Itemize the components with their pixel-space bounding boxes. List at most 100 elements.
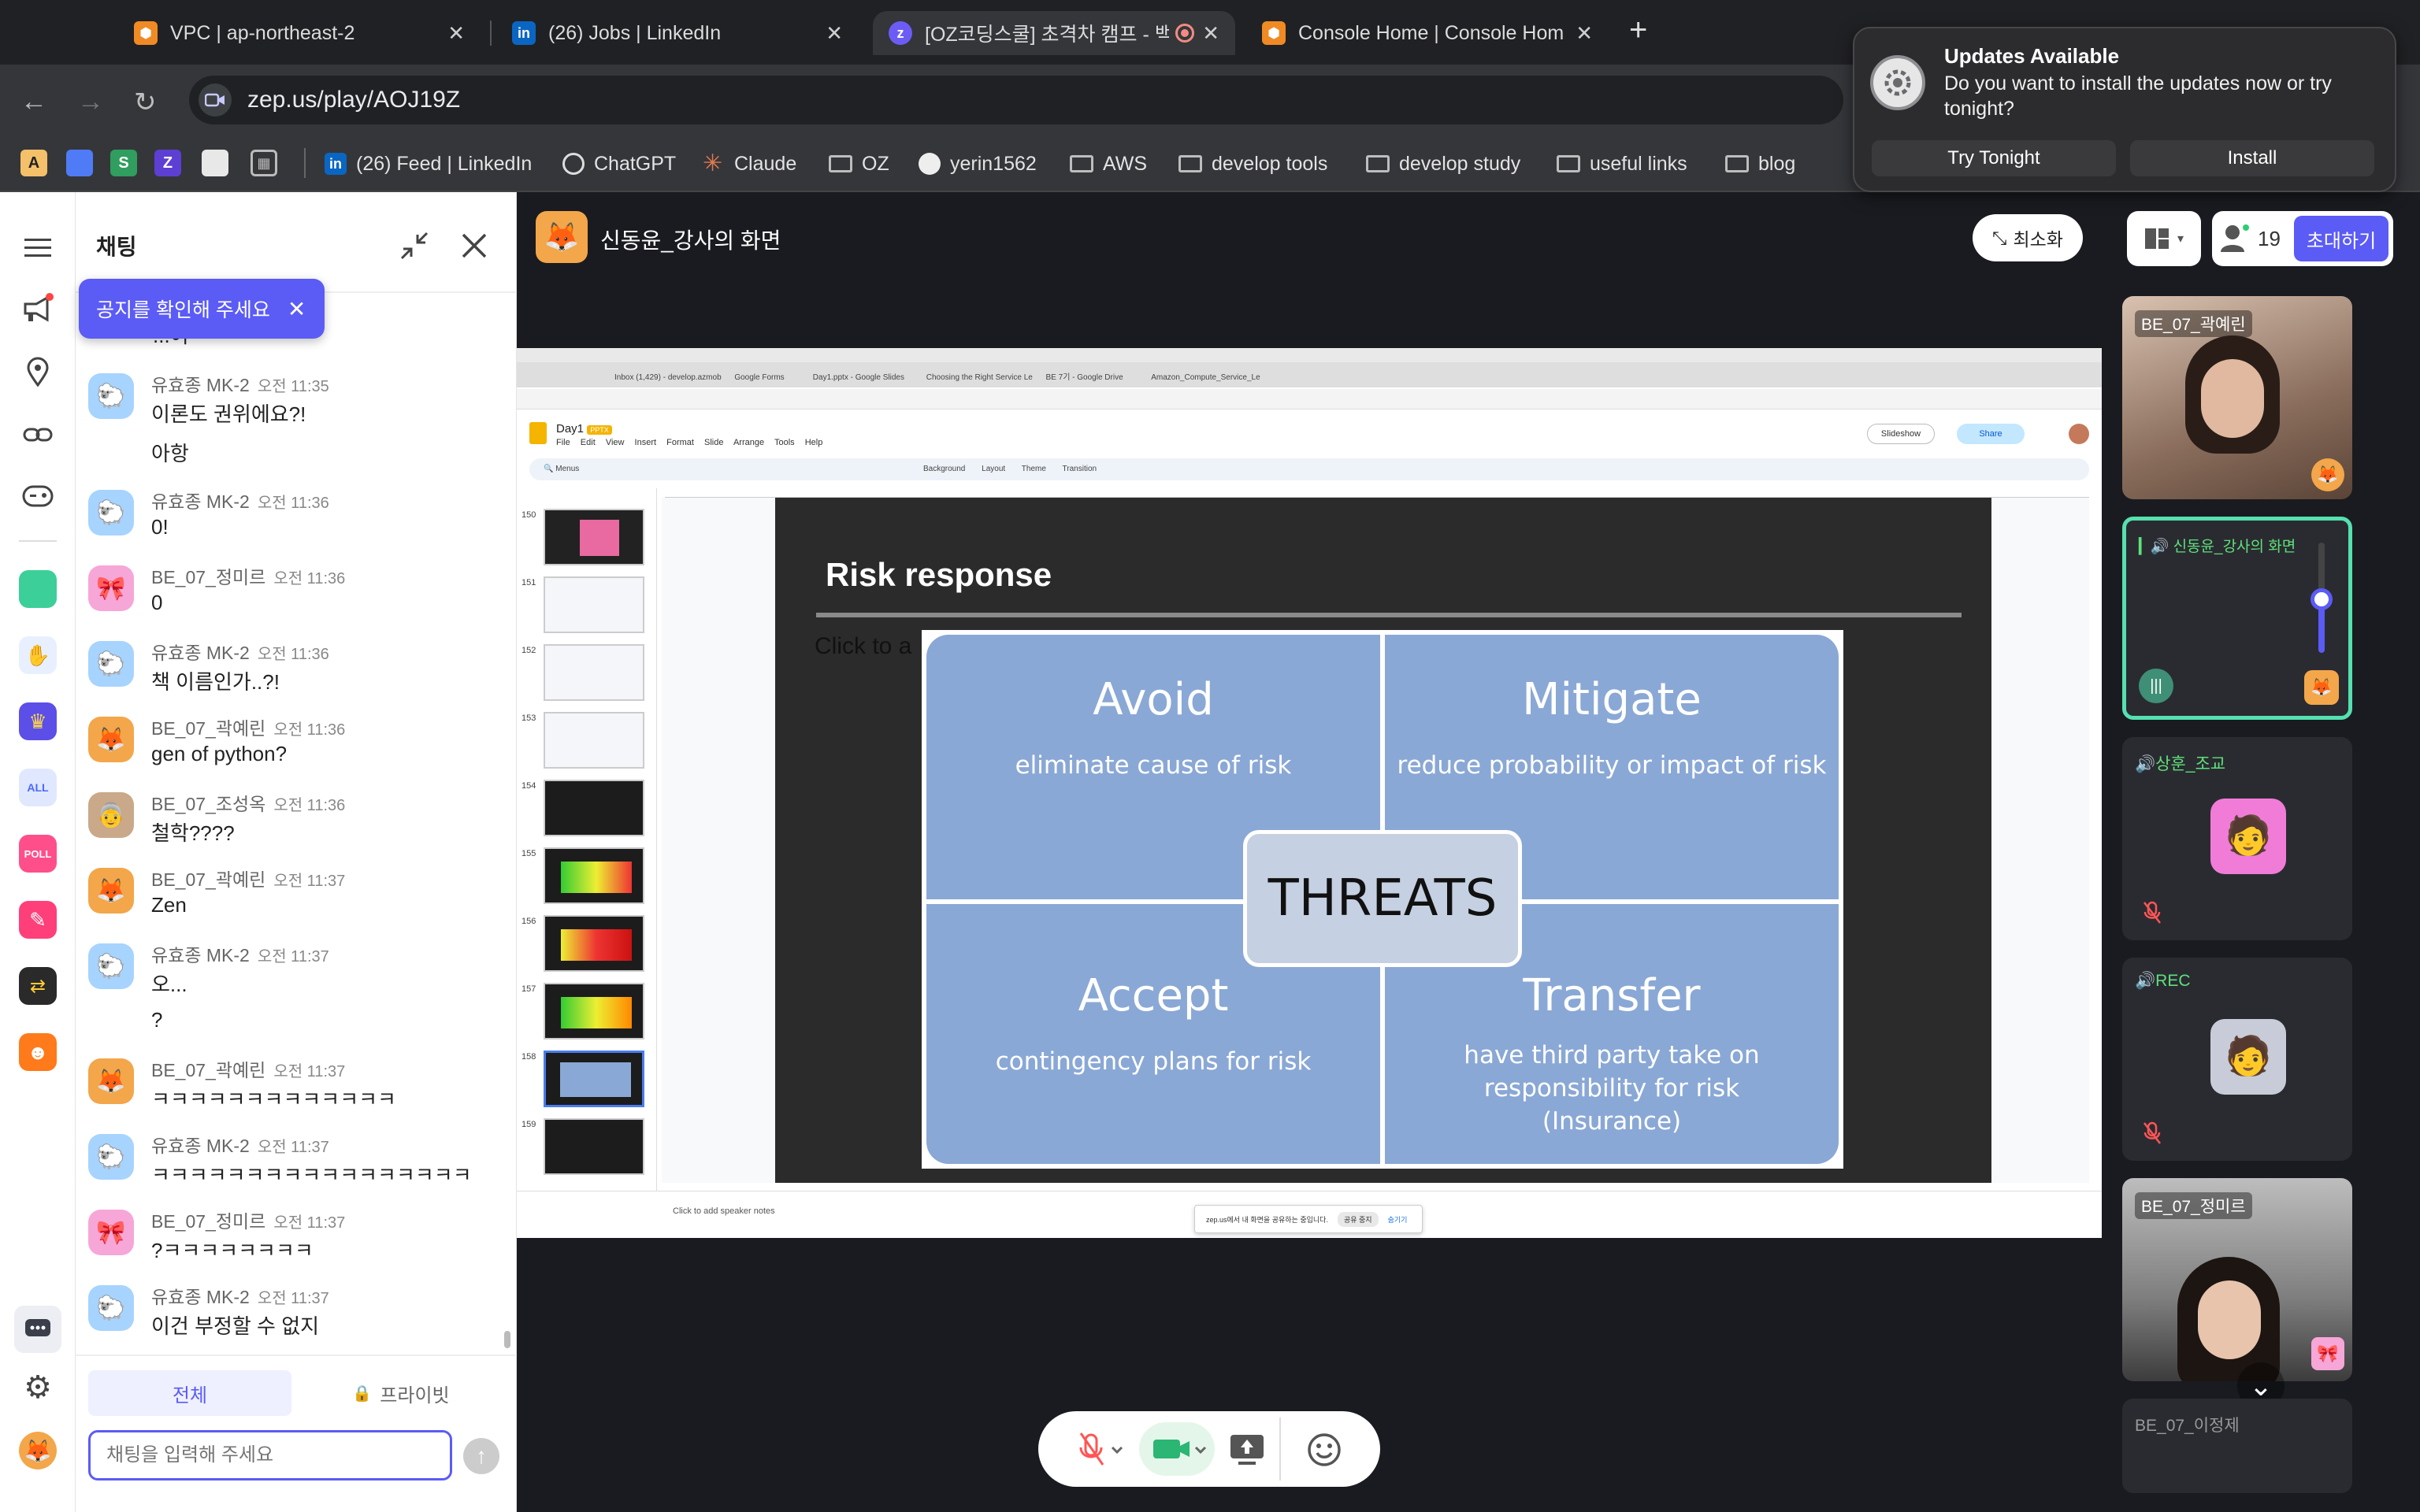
close-notice-icon[interactable]: ✕ xyxy=(288,296,306,322)
toolbar-layout[interactable]: Layout xyxy=(982,465,1005,473)
bookmark-folder-develop-study[interactable]: develop study xyxy=(1366,148,1520,180)
bookmark-z[interactable]: Z xyxy=(154,150,181,176)
tab-chat-all[interactable]: 전체 xyxy=(88,1370,291,1416)
slide-thumb[interactable] xyxy=(544,847,644,904)
app-crown-icon[interactable]: ♛ xyxy=(19,702,57,740)
stop-sharing-button[interactable]: 공유 중지 xyxy=(1337,1211,1379,1227)
account-avatar[interactable] xyxy=(2069,424,2089,444)
try-tonight-button[interactable]: Try Tonight xyxy=(1872,140,2116,176)
tab-linkedin[interactable]: in (26) Jobs | LinkedIn ✕ xyxy=(496,11,859,55)
slide-thumb[interactable] xyxy=(544,509,644,565)
settings-gear-icon[interactable]: ⚙ xyxy=(19,1369,57,1406)
toolbar-background[interactable]: Background xyxy=(923,465,965,473)
chat-scrollbar[interactable] xyxy=(504,1331,510,1348)
close-tab-icon[interactable]: ✕ xyxy=(1576,21,1593,46)
menu-edit[interactable]: Edit xyxy=(581,438,596,447)
bookmark-claude[interactable]: ✳ Claude xyxy=(703,148,796,180)
send-icon[interactable]: ↑ xyxy=(463,1438,499,1474)
bookmark-folder-develop-tools[interactable]: develop tools xyxy=(1178,148,1327,180)
slide-thumb[interactable] xyxy=(544,983,644,1040)
close-tab-icon[interactable]: ✕ xyxy=(1202,21,1219,46)
collapse-chat-icon[interactable] xyxy=(399,230,430,261)
mic-muted-button[interactable] xyxy=(1078,1430,1128,1469)
volume-slider-thumb[interactable] xyxy=(2311,588,2333,610)
app-pumpkin-icon[interactable]: ☻ xyxy=(19,1033,57,1071)
bookmark-folder-oz[interactable]: OZ xyxy=(829,148,889,180)
minimize-button[interactable]: ⤡ 최소화 xyxy=(1973,214,2083,261)
close-chat-icon[interactable] xyxy=(458,230,490,261)
hide-banner-link[interactable]: 숨기기 xyxy=(1388,1214,1408,1225)
install-button[interactable]: Install xyxy=(2130,140,2374,176)
slide-thumb[interactable] xyxy=(544,712,644,769)
menu-arrange[interactable]: Arrange xyxy=(733,438,764,447)
bookmark-white-icon[interactable] xyxy=(202,150,228,176)
menu-file[interactable]: File xyxy=(556,438,570,447)
notice-tooltip[interactable]: 공지를 확인해 주세요 ✕ xyxy=(79,279,325,339)
video-tile-jeong[interactable]: BE_07_정미르 🎀 xyxy=(2122,1178,2352,1381)
bookmark-a[interactable]: A xyxy=(20,150,47,176)
bookmark-linkedin[interactable]: in (26) Feed | LinkedIn xyxy=(325,148,532,180)
share-button[interactable]: Share xyxy=(1957,424,2025,444)
video-tile-kwak[interactable]: BE_07_곽예린 🦊 xyxy=(2122,296,2352,499)
slide-thumb[interactable] xyxy=(544,915,644,972)
location-pin-icon[interactable] xyxy=(19,353,57,391)
menu-icon[interactable] xyxy=(19,228,57,266)
toolbar-transition[interactable]: Transition xyxy=(1063,465,1097,473)
menu-tools[interactable]: Tools xyxy=(774,438,795,447)
slide-thumb[interactable] xyxy=(544,780,644,836)
back-icon[interactable]: ← xyxy=(20,87,47,117)
gamepad-icon[interactable] xyxy=(19,477,57,515)
menu-format[interactable]: Format xyxy=(666,438,694,447)
bookmark-folder-aws[interactable]: AWS xyxy=(1070,148,1147,180)
camera-button[interactable] xyxy=(1139,1422,1215,1476)
my-avatar[interactable]: 🦊 xyxy=(19,1432,57,1469)
app-magic-wand-icon[interactable]: ✎ xyxy=(19,901,57,939)
megaphone-icon[interactable] xyxy=(19,290,57,328)
slide-thumb[interactable] xyxy=(544,1118,644,1175)
tab-chat-private[interactable]: 🔒 프라이빗 xyxy=(299,1370,503,1416)
toolbar-menus[interactable]: Menus xyxy=(555,465,579,473)
slide-thumb-selected[interactable] xyxy=(544,1051,644,1107)
slideshow-button[interactable]: Slideshow xyxy=(1867,424,1935,444)
bookmark-folder-useful-links[interactable]: useful links xyxy=(1557,148,1687,180)
chat-input[interactable] xyxy=(88,1430,452,1480)
close-tab-icon[interactable]: ✕ xyxy=(447,21,465,46)
new-tab-icon[interactable]: + xyxy=(1629,13,1647,48)
bookmark-s[interactable]: S xyxy=(110,150,137,176)
menu-insert[interactable]: Insert xyxy=(635,438,657,447)
screen-share-button[interactable] xyxy=(1227,1430,1267,1469)
app-scooter-icon[interactable] xyxy=(19,570,57,608)
toolbar-theme[interactable]: Theme xyxy=(1022,465,1046,473)
emoji-icon[interactable] xyxy=(1305,1430,1344,1469)
app-poll-icon[interactable]: POLL xyxy=(19,835,57,873)
video-tile-presenter[interactable]: ▎🔊 신동윤_강사의 화면 ||| 🦊 xyxy=(2122,517,2352,720)
tab-vpc[interactable]: ⬢ VPC | ap-northeast-2 ✕ xyxy=(118,11,481,55)
app-hand-icon[interactable]: ✋ xyxy=(19,636,57,674)
video-tile-lee[interactable]: BE_07_이정제 xyxy=(2122,1399,2352,1493)
bookmark-chatgpt[interactable]: ChatGPT xyxy=(562,148,676,180)
app-all-icon[interactable]: ALL xyxy=(19,769,57,806)
close-tab-icon[interactable]: ✕ xyxy=(826,21,843,46)
video-tile-rec[interactable]: 🔊REC 🧑 xyxy=(2122,958,2352,1161)
bookmark-blue-icon[interactable] xyxy=(66,150,93,176)
participants-icon[interactable] xyxy=(2220,224,2251,254)
bookmark-github[interactable]: yerin1562 xyxy=(919,148,1037,180)
menu-help[interactable]: Help xyxy=(805,438,823,447)
chat-toggle-icon[interactable] xyxy=(14,1306,61,1353)
site-info-icon[interactable] xyxy=(199,83,232,117)
slide-thumb[interactable] xyxy=(544,576,644,633)
reload-icon[interactable]: ↻ xyxy=(134,87,157,118)
volume-slider[interactable] xyxy=(2311,543,2333,653)
link-icon[interactable] xyxy=(19,416,57,454)
forward-icon[interactable]: → xyxy=(77,87,104,117)
apps-grid-icon[interactable]: ▦ xyxy=(251,150,277,176)
menu-view[interactable]: View xyxy=(606,438,625,447)
invite-button[interactable]: 초대하기 xyxy=(2294,216,2388,261)
video-tile-sanghun[interactable]: 🔊상훈_조교 🧑 xyxy=(2122,737,2352,940)
app-swap-icon[interactable]: ⇄ xyxy=(19,967,57,1005)
tab-console-home[interactable]: ⬢ Console Home | Console Hom ✕ xyxy=(1246,11,1609,55)
layout-toggle[interactable]: ▾ xyxy=(2127,211,2201,266)
speaker-notes-hint[interactable]: Click to add speaker notes xyxy=(673,1206,775,1216)
slide-thumb[interactable] xyxy=(544,644,644,701)
tab-zep[interactable]: z [OZ코딩스쿨] 초격차 캠프 - 백 ✕ xyxy=(873,11,1235,55)
